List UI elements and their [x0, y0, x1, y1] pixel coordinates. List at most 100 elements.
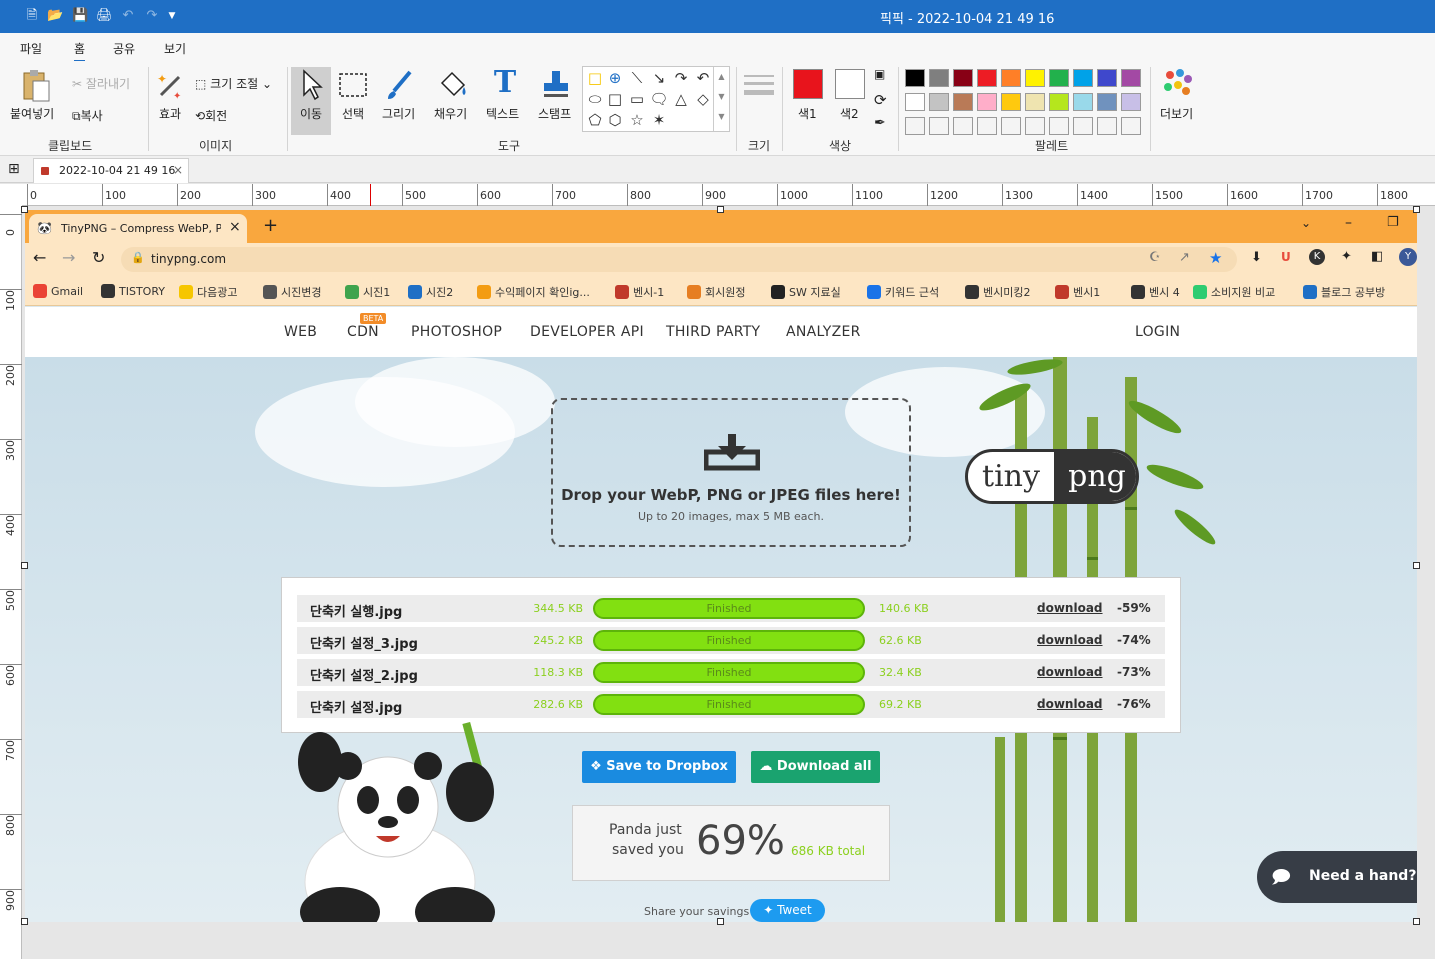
hexagon-shape-icon[interactable]: ⬡ — [605, 111, 625, 129]
download-link[interactable]: download — [1037, 665, 1103, 679]
nav-photoshop[interactable]: PHOTOSHOP — [411, 324, 502, 340]
palette-swatch[interactable] — [1073, 117, 1093, 135]
palette-swatch[interactable] — [1097, 117, 1117, 135]
palette-swatch[interactable] — [953, 93, 973, 111]
rotate-button[interactable]: ⟲회전 — [195, 107, 227, 124]
back-icon[interactable]: ← — [33, 248, 46, 267]
resize-handle[interactable] — [1413, 562, 1420, 569]
download-all-button[interactable]: ☁ Download all — [751, 751, 880, 783]
bookmark-item[interactable]: SW 지료실 — [771, 284, 841, 300]
swap-default-color-icon[interactable]: ▣ — [874, 67, 885, 81]
text-tool-button[interactable]: 텍스트 — [486, 105, 519, 122]
palette-swatch[interactable] — [1121, 117, 1141, 135]
menu-view[interactable]: 보기 — [164, 40, 186, 57]
bookmark-item[interactable]: 벤시미킹2 — [965, 284, 1030, 300]
nav-login[interactable]: LOGIN — [1135, 324, 1180, 340]
palette-swatch[interactable] — [1073, 93, 1093, 111]
nav-web[interactable]: WEB — [284, 324, 317, 340]
quick-access-dropdown-icon[interactable]: ▼ — [164, 8, 180, 24]
effect-button[interactable]: 효과 — [159, 105, 181, 122]
share-icon[interactable]: ↗ — [1179, 250, 1190, 265]
new-file-icon[interactable]: 🗎 — [24, 8, 40, 24]
forward-icon[interactable]: → — [62, 248, 75, 267]
palette-swatch[interactable] — [1049, 69, 1069, 87]
close-browser-tab-icon[interactable]: × — [229, 219, 241, 235]
stamp-tool-button[interactable]: 스탬프 — [538, 105, 571, 122]
palette-swatch[interactable] — [905, 69, 925, 87]
triangle-shape-icon[interactable]: △ — [671, 90, 691, 108]
bookmark-item[interactable]: 소비지원 비교 — [1193, 284, 1275, 300]
copy-button[interactable]: ⧉복사 — [72, 107, 103, 124]
restore-icon[interactable]: ❐ — [1387, 215, 1399, 230]
side-panel-icon[interactable]: ◧ — [1371, 249, 1383, 264]
shapes-gallery[interactable]: □ ⊕ ⟍ ↘ ↷ ↶ ⬭ □ ▭ 🗨 △ ◇ ⬠ ⬡ ☆ ✶ ▲ ▼ ▼ — [582, 66, 730, 132]
resize-handle[interactable] — [21, 562, 28, 569]
resize-handle[interactable] — [1413, 206, 1420, 213]
tab-search-icon[interactable]: ⌄ — [1301, 216, 1311, 230]
palette-swatch[interactable] — [1001, 69, 1021, 87]
palette-swatch[interactable] — [1121, 69, 1141, 87]
palette-swatch[interactable] — [905, 117, 925, 135]
line-shape-icon[interactable]: ⟍ — [627, 69, 647, 87]
color2-swatch[interactable] — [835, 69, 865, 99]
resize-handle[interactable] — [21, 206, 28, 213]
curve-shape-icon[interactable]: ↶ — [693, 69, 713, 87]
resize-handle[interactable] — [717, 918, 724, 925]
palette-swatch[interactable] — [1025, 117, 1045, 135]
bookmark-item[interactable]: TISTORY — [101, 284, 165, 298]
extension-k-icon[interactable]: K — [1309, 249, 1325, 265]
extension-u-icon[interactable]: U — [1281, 250, 1291, 264]
bookmark-item[interactable]: 시진1 — [345, 284, 390, 300]
menu-file[interactable]: 파일 — [20, 40, 42, 57]
palette-swatch[interactable] — [1121, 93, 1141, 111]
bookmark-item[interactable]: 회시원정 — [687, 284, 745, 300]
nav-developer-api[interactable]: DEVELOPER API — [530, 324, 644, 340]
extension-download-icon[interactable]: ⬇ — [1251, 250, 1262, 265]
tweet-button[interactable]: ✦ Tweet — [750, 899, 825, 922]
bookmark-item[interactable]: 벤시1 — [1055, 284, 1100, 300]
palette-swatch[interactable] — [1025, 93, 1045, 111]
rectangle-highlight-shape-icon[interactable]: □ — [585, 69, 605, 87]
palette-swatch[interactable] — [929, 69, 949, 87]
swap-colors-icon[interactable]: ⟳ — [874, 91, 887, 109]
document-tab[interactable]: 2022-10-04 21 49 16 × — [33, 158, 189, 183]
palette-swatch[interactable] — [1001, 93, 1021, 111]
download-link[interactable]: download — [1037, 697, 1103, 711]
star6-shape-icon[interactable]: ✶ — [649, 111, 669, 129]
crosshair-shape-icon[interactable]: ⊕ — [605, 69, 625, 87]
select-tool-button[interactable]: 선택 — [342, 105, 364, 122]
curve-arrow-shape-icon[interactable]: ↷ — [671, 69, 691, 87]
redo-icon[interactable]: ↷ — [144, 8, 160, 24]
bookmark-item[interactable]: 벤시 4 — [1131, 284, 1180, 300]
palette-swatch[interactable] — [977, 117, 997, 135]
pentagon-shape-icon[interactable]: ⬠ — [585, 111, 605, 129]
paste-button[interactable]: 붙여넣기 — [10, 105, 54, 122]
palette-swatch[interactable] — [953, 117, 973, 135]
new-tab-icon[interactable]: + — [263, 215, 278, 236]
eyedropper-icon[interactable]: ✒ — [874, 115, 886, 131]
line-size-icon[interactable] — [744, 75, 774, 97]
palette-swatch[interactable] — [1049, 93, 1069, 111]
nav-third-party[interactable]: THIRD PARTY — [666, 324, 760, 340]
bookmark-item[interactable]: 시진변경 — [263, 284, 321, 300]
bookmark-item[interactable]: 수익페이지 확인ig... — [477, 284, 590, 300]
bookmark-item[interactable]: 키워드 근석 — [867, 284, 939, 300]
menu-share[interactable]: 공유 — [113, 40, 135, 57]
image-canvas[interactable]: 🐼 TinyPNG – Compress WebP, PN × + ⌄ – ❐ … — [25, 210, 1417, 922]
draw-tool-button[interactable]: 그리기 — [382, 105, 415, 122]
square-shape-icon[interactable]: □ — [605, 90, 625, 108]
profile-avatar[interactable]: Y — [1399, 248, 1417, 266]
palette-swatch[interactable] — [1097, 69, 1117, 87]
bookmark-item[interactable]: 다음광고 — [179, 284, 237, 300]
palette-swatch[interactable] — [1049, 117, 1069, 135]
address-bar[interactable]: 🔒 tinypng.com ☪ ↗ ★ — [121, 247, 1237, 272]
grid-view-icon[interactable]: ⊞ — [8, 161, 20, 177]
ellipse-shape-icon[interactable]: ⬭ — [585, 90, 605, 108]
callout-shape-icon[interactable]: 🗨 — [649, 90, 669, 108]
save-icon[interactable]: 💾 — [72, 8, 88, 24]
reload-icon[interactable]: ↻ — [92, 248, 105, 267]
cut-button[interactable]: ✂ 잘라내기 — [72, 75, 130, 92]
help-chat-button[interactable]: 🗩 Need a hand? — [1257, 851, 1417, 903]
shapes-scroll[interactable]: ▲ ▼ ▼ — [713, 67, 729, 131]
save-to-dropbox-button[interactable]: ❖ Save to Dropbox — [582, 751, 736, 783]
